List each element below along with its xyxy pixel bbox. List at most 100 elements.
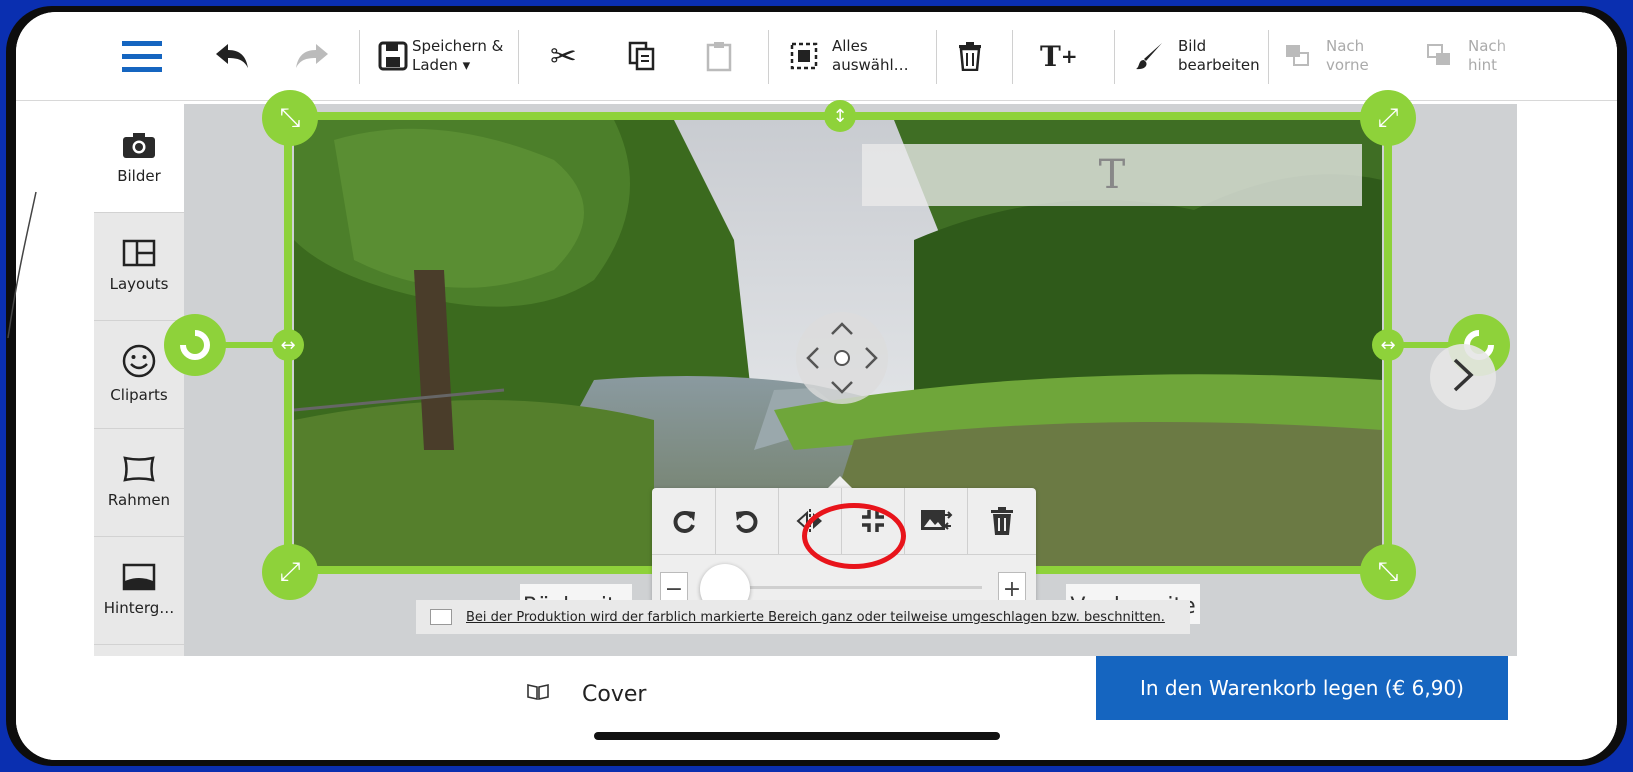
toolbar-separator: [518, 30, 519, 84]
resize-handle-bottom-right[interactable]: ⤡: [1360, 544, 1416, 600]
bring-forward-line1: Nach: [1326, 37, 1365, 55]
delete-image-button[interactable]: [967, 488, 1036, 554]
toolbar-separator: [359, 30, 360, 84]
top-toolbar: Speichern & Laden ▾ ✂ Alles auswähl… T +…: [16, 12, 1617, 101]
sidebar-item-layouts[interactable]: Layouts: [94, 212, 184, 321]
edit-image-button[interactable]: Bild bearbeiten: [1134, 12, 1260, 100]
save-load-button[interactable]: Speichern & Laden ▾: [378, 12, 503, 100]
camera-icon: [122, 131, 156, 159]
sidebar-item-label: Bilder: [117, 167, 161, 185]
notice-text[interactable]: Bei der Produktion wird der farblich mar…: [466, 610, 1165, 625]
move-dpad[interactable]: [796, 312, 888, 404]
menu-button[interactable]: [122, 12, 162, 100]
edit-image-line1: Bild: [1178, 37, 1207, 55]
rotate-clockwise-icon: [673, 511, 695, 533]
brush-icon: [1134, 41, 1164, 71]
sidebar-item-label: Cliparts: [110, 386, 168, 404]
sidebar-item-label: Rahmen: [107, 491, 171, 509]
save-load-label: Speichern & Laden ▾: [412, 37, 503, 75]
cover-label: Cover: [582, 681, 647, 707]
rotate-icon: [180, 330, 210, 360]
redo-button[interactable]: [294, 12, 330, 100]
swap-image-button[interactable]: [904, 488, 968, 554]
paste-button[interactable]: [706, 12, 732, 100]
diagonal-resize-icon: ⤢: [279, 556, 301, 587]
save-disk-icon: [378, 41, 408, 71]
toolbar-separator: [936, 30, 937, 84]
send-back-icon: [1426, 43, 1454, 69]
rotate-counterclockwise-icon: [735, 511, 757, 533]
frame-icon: [122, 455, 156, 483]
undo-icon: [214, 42, 250, 70]
background-icon: [122, 563, 156, 591]
flip-horizontal-icon: [795, 509, 822, 533]
resize-handle-top-right[interactable]: ⤢: [1360, 90, 1416, 146]
resize-handle-left[interactable]: ↔: [272, 329, 304, 361]
app-screen: Speichern & Laden ▾ ✂ Alles auswähl… T +…: [16, 12, 1617, 760]
bring-forward-button[interactable]: Nach vorne: [1284, 12, 1369, 100]
diagonal-resize-icon: ⤢: [1377, 102, 1399, 133]
diagonal-resize-icon: ⤡: [279, 102, 301, 133]
smiley-icon: [122, 344, 156, 378]
bring-forward-line2: vorne: [1326, 56, 1369, 74]
device-frame: Speichern & Laden ▾ ✂ Alles auswähl… T +…: [6, 6, 1627, 766]
move-arrows-icon: [806, 322, 878, 394]
undo-button[interactable]: [214, 12, 250, 100]
shrink-to-fit-icon: [861, 510, 884, 532]
delete-button[interactable]: [958, 12, 982, 100]
home-indicator: [594, 732, 1000, 740]
text-placeholder-box[interactable]: T: [862, 144, 1362, 206]
copy-button[interactable]: [628, 12, 656, 100]
horizontal-resize-icon: ↔: [280, 334, 296, 356]
resize-handle-bottom-left[interactable]: ⤢: [262, 544, 318, 600]
editor-canvas: ⤡ ⤢ ⤢ ⤡ ↕ ↔ ↔ T − + Bei der Produktion w…: [164, 90, 1517, 656]
add-to-cart-button[interactable]: In den Warenkorb legen (€ 6,90): [1096, 656, 1508, 720]
copy-icon: [628, 41, 656, 71]
select-all-label: Alles auswähl…: [832, 37, 909, 75]
select-all-line1: Alles: [832, 37, 868, 55]
toolbar-separator: [1012, 30, 1013, 84]
select-all-icon: [790, 42, 818, 70]
notice-marker: [430, 609, 452, 625]
horizontal-resize-icon: ↔: [1380, 334, 1396, 356]
resize-handle-top[interactable]: ↕: [824, 100, 856, 132]
layout-icon: [122, 239, 156, 267]
cut-button[interactable]: ✂: [550, 12, 577, 100]
diagonal-resize-icon: ⤡: [1377, 556, 1399, 587]
sidebar-item-hintergrund[interactable]: Hinterg…: [94, 536, 184, 645]
rotate-handle-left[interactable]: [164, 314, 226, 376]
toolbar-separator: [1114, 30, 1115, 84]
rotate-left-button[interactable]: [715, 488, 779, 554]
bring-forward-icon: [1284, 43, 1312, 69]
next-page-button[interactable]: [1430, 344, 1496, 410]
resize-handle-right[interactable]: ↔: [1372, 329, 1404, 361]
save-load-line2: Laden ▾: [412, 56, 471, 74]
cover-page-selector[interactable]: Cover: [526, 666, 646, 722]
open-book-icon: [526, 683, 550, 705]
select-all-line2: auswähl…: [832, 56, 909, 74]
left-panel: Bilder Layouts Cliparts Rahmen Hinterg…: [94, 104, 184, 656]
sidebar-item-label: Hinterg…: [103, 599, 175, 617]
toolbar-separator: [1268, 30, 1269, 84]
edit-image-line2: bearbeiten: [1178, 56, 1260, 74]
rotate-right-button[interactable]: [652, 488, 716, 554]
flip-horizontal-button[interactable]: [778, 488, 842, 554]
popup-caret: [828, 476, 852, 488]
bring-forward-label: Nach vorne: [1326, 37, 1369, 75]
popup-divider: [652, 554, 1036, 555]
production-notice: Bei der Produktion wird der farblich mar…: [416, 600, 1190, 634]
bottom-bar: Cover In den Warenkorb legen (€ 6,90): [16, 656, 1617, 760]
select-all-button[interactable]: Alles auswähl…: [790, 12, 909, 100]
edit-image-label: Bild bearbeiten: [1178, 37, 1260, 75]
sidebar-item-bilder[interactable]: Bilder: [94, 104, 184, 213]
sidebar-item-rahmen[interactable]: Rahmen: [94, 428, 184, 537]
hamburger-menu-icon: [122, 39, 162, 73]
add-text-button[interactable]: T +: [1040, 12, 1078, 100]
scissors-icon: ✂: [550, 37, 577, 75]
resize-handle-top-left[interactable]: ⤡: [262, 90, 318, 146]
trash-icon: [990, 507, 1013, 535]
fit-image-button[interactable]: [841, 488, 905, 554]
swap-image-icon: [920, 510, 952, 530]
add-text-icon: T +: [1040, 39, 1078, 73]
paste-icon: [706, 40, 732, 72]
